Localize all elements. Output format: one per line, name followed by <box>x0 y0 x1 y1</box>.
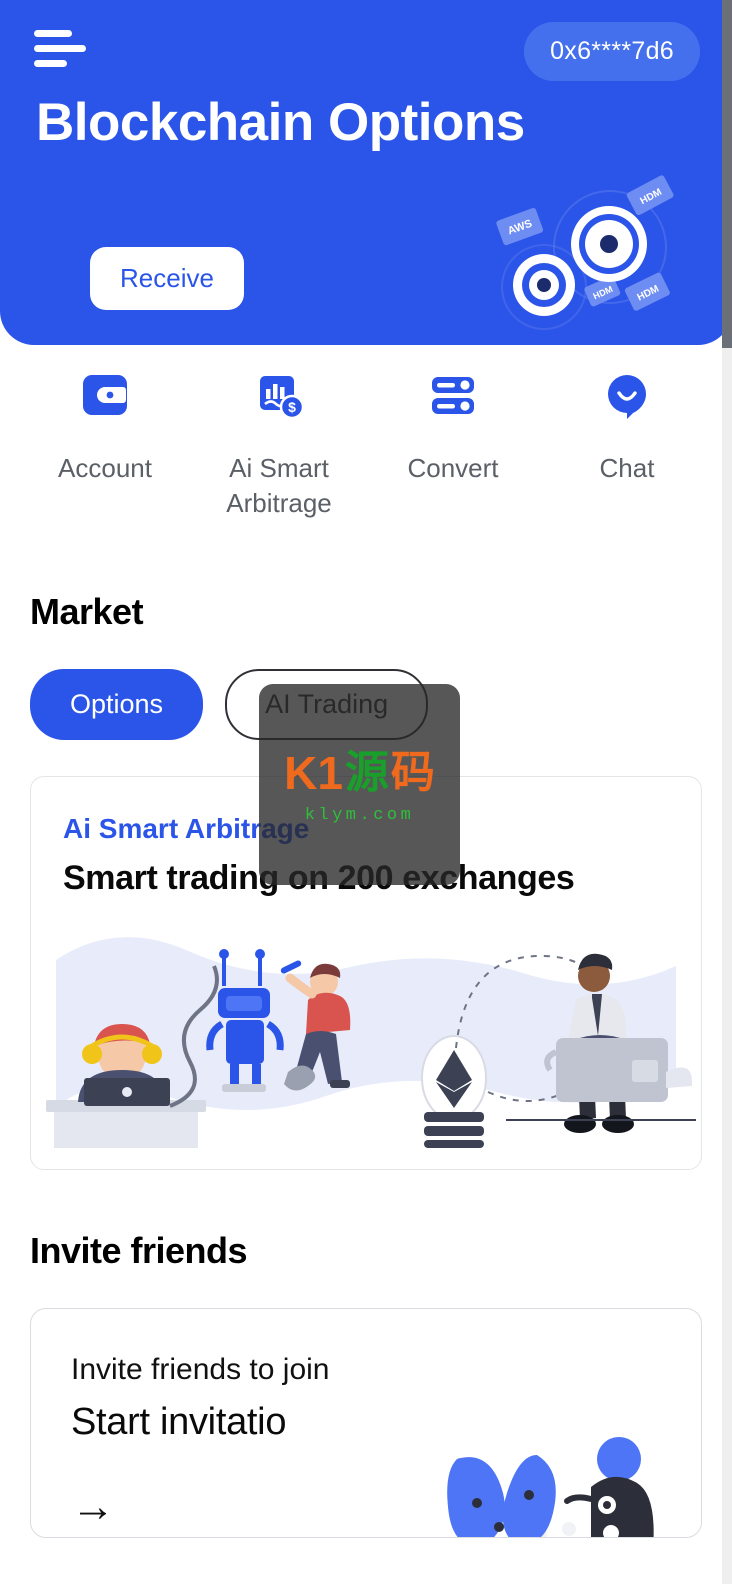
wallet-icon <box>77 367 133 423</box>
invite-friends-illustration <box>447 1437 654 1538</box>
card-heading: Smart trading on 200 exchanges <box>63 859 575 898</box>
svg-text:HDM: HDM <box>592 284 615 301</box>
tab-ai-trading[interactable]: AI Trading <box>225 669 429 741</box>
hamburger-bar-2 <box>34 45 86 52</box>
header-decorative-illustration: AWS HDM HDM HDM <box>496 175 674 330</box>
card-eyebrow: Ai Smart Arbitrage <box>63 813 310 845</box>
invite-subtitle: Invite friends to join <box>71 1353 330 1387</box>
hamburger-bar-1 <box>34 30 72 37</box>
receive-button[interactable]: Receive <box>90 247 244 310</box>
wallet-address-badge[interactable]: 0x6****7d6 <box>524 22 700 81</box>
market-section-title: Market <box>30 591 144 633</box>
quick-action-label: Chat <box>599 453 655 483</box>
quick-actions-row: Account $ Ai Smart Arbitrage Convert Cha… <box>0 345 732 531</box>
quick-action-label: Convert <box>407 453 499 483</box>
page-title: Blockchain Options <box>36 93 525 152</box>
scrollbar-thumb[interactable] <box>722 0 732 348</box>
sliders-icon <box>425 367 481 423</box>
quick-action-chat[interactable]: Chat <box>540 367 714 521</box>
hamburger-menu-icon[interactable] <box>34 30 90 74</box>
quick-action-label: Ai Smart Arbitrage <box>226 453 332 519</box>
ai-trading-illustration <box>46 937 696 1149</box>
quick-action-convert[interactable]: Convert <box>366 367 540 521</box>
app-root: 0x6****7d6 Blockchain Options Receive AW… <box>0 0 732 1584</box>
quick-action-ai-smart-arbitrage[interactable]: $ Ai Smart Arbitrage <box>192 367 366 521</box>
app-header: 0x6****7d6 Blockchain Options Receive AW… <box>0 0 732 345</box>
quick-action-label: Account <box>58 453 152 483</box>
svg-text:AWS: AWS <box>506 218 534 238</box>
market-tabs: Options AI Trading <box>30 669 732 741</box>
quick-action-account[interactable]: Account <box>18 367 192 521</box>
invite-headline: Start invitatio <box>71 1401 287 1444</box>
invite-section-title: Invite friends <box>30 1230 248 1272</box>
svg-text:HDM: HDM <box>636 284 661 304</box>
hamburger-bar-3 <box>34 60 67 67</box>
svg-text:HDM: HDM <box>638 187 663 207</box>
tab-options[interactable]: Options <box>30 669 204 741</box>
chart-dollar-icon: $ <box>251 367 307 423</box>
svg-text:$: $ <box>288 399 296 415</box>
ai-smart-arbitrage-card[interactable]: Ai Smart Arbitrage Smart trading on 200 … <box>30 776 702 1171</box>
invite-arrow-icon[interactable]: → <box>71 1485 115 1529</box>
invite-friends-card[interactable]: Invite friends to join Start invitatio → <box>30 1308 702 1539</box>
chat-bubble-icon <box>599 367 655 423</box>
